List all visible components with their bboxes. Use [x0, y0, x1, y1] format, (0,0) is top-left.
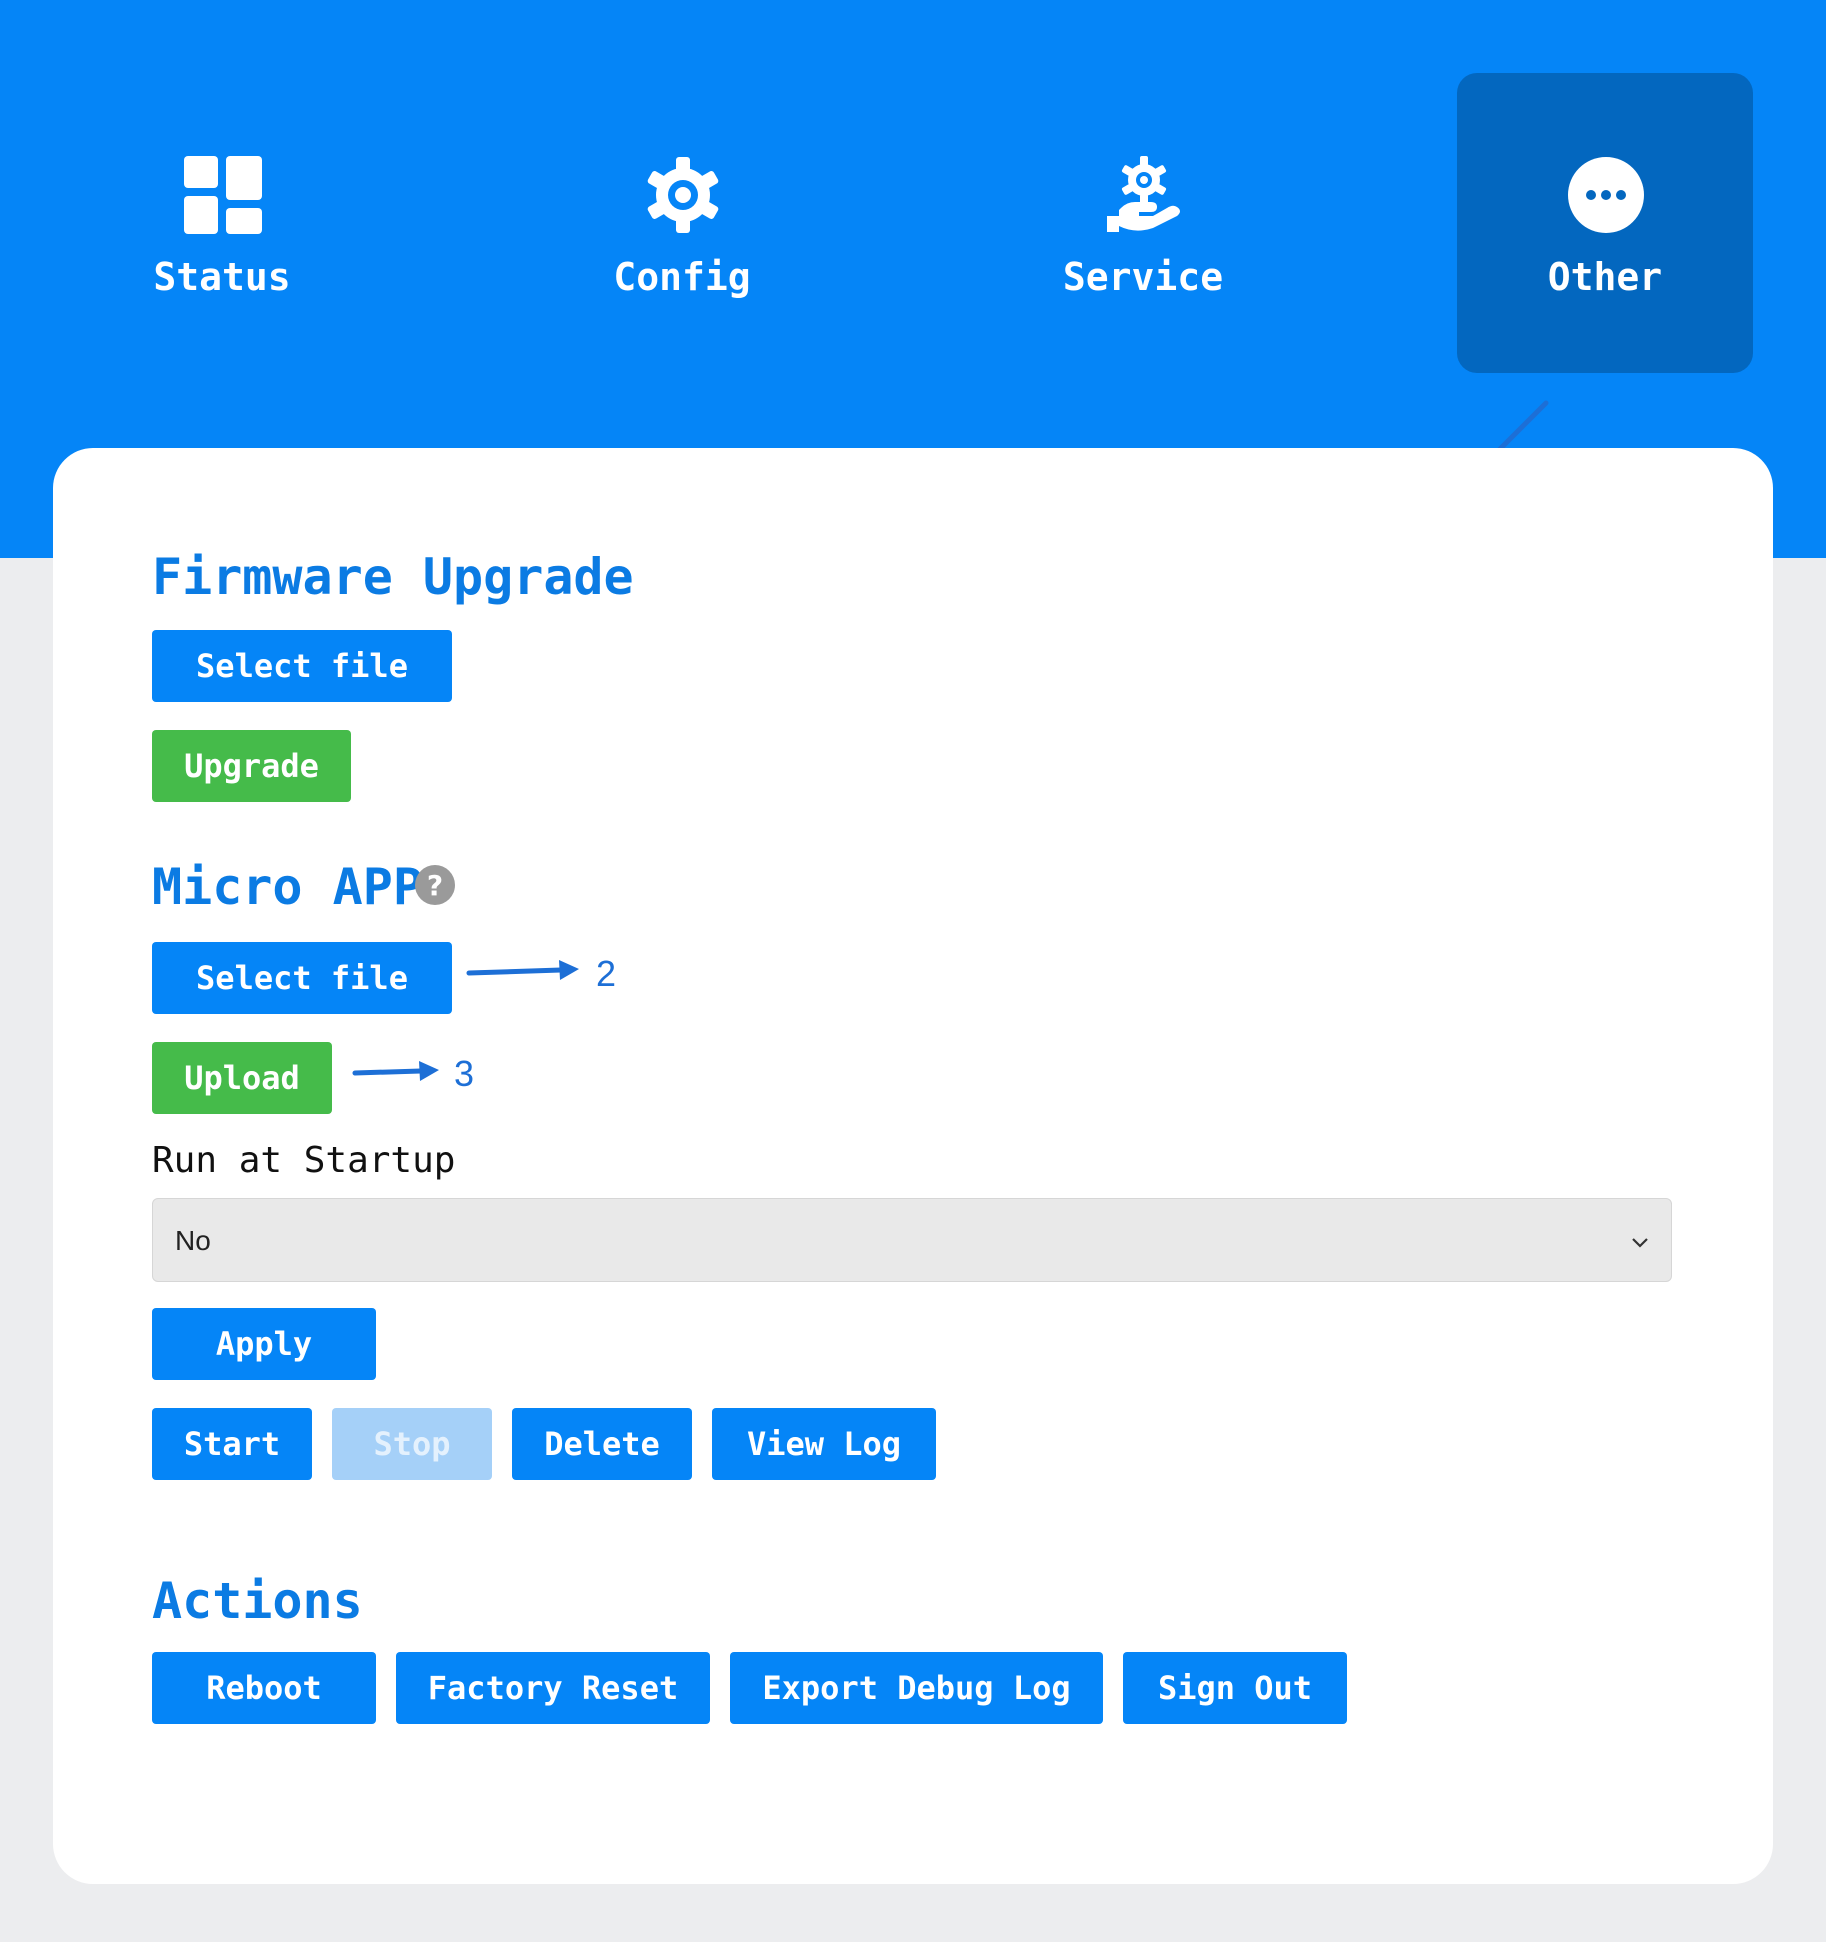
firmware-upgrade-title: Firmware Upgrade — [152, 548, 634, 606]
annotation-arrow-3 — [351, 1056, 441, 1086]
chevron-down-icon — [1629, 1231, 1651, 1253]
sign-out-button[interactable]: Sign Out — [1123, 1652, 1347, 1724]
export-debug-log-button[interactable]: Export Debug Log — [730, 1652, 1103, 1724]
factory-reset-button[interactable]: Factory Reset — [396, 1652, 710, 1724]
more-dots-icon — [1567, 156, 1645, 234]
view-log-button[interactable]: View Log — [712, 1408, 936, 1480]
nav-label-service: Service — [1062, 255, 1224, 299]
microapp-select-file-button[interactable]: Select file — [152, 942, 452, 1014]
start-button[interactable]: Start — [152, 1408, 312, 1480]
question-icon[interactable]: ? — [414, 864, 456, 906]
nav-label-status: Status — [153, 255, 291, 299]
actions-title: Actions — [152, 1572, 363, 1630]
apply-button[interactable]: Apply — [152, 1308, 376, 1380]
run-at-startup-value: No — [175, 1225, 211, 1256]
run-at-startup-select[interactable]: No — [152, 1198, 1672, 1282]
nav-item-service[interactable]: Service — [995, 73, 1291, 373]
service-hand-icon — [1105, 156, 1183, 234]
gear-icon — [644, 156, 722, 234]
upgrade-button[interactable]: Upgrade — [152, 730, 351, 802]
annotation-arrow-2 — [465, 956, 583, 986]
nav-item-other[interactable]: Other — [1457, 73, 1753, 373]
upload-button[interactable]: Upload — [152, 1042, 332, 1114]
annotation-label-2: 2 — [596, 953, 617, 994]
firmware-select-file-button[interactable]: Select file — [152, 630, 452, 702]
nav-item-status[interactable]: Status — [74, 73, 370, 373]
nav-label-other: Other — [1547, 255, 1663, 299]
delete-button[interactable]: Delete — [512, 1408, 692, 1480]
nav-item-config[interactable]: Config — [534, 73, 830, 373]
nav-label-config: Config — [613, 255, 751, 299]
stop-button[interactable]: Stop — [332, 1408, 492, 1480]
run-at-startup-label: Run at Startup — [152, 1140, 456, 1181]
annotation-label-3: 3 — [454, 1053, 475, 1094]
micro-app-title: Micro APP — [152, 858, 423, 916]
reboot-button[interactable]: Reboot — [152, 1652, 376, 1724]
main-card: Firmware Upgrade Select file Upgrade Mic… — [53, 448, 1773, 1884]
svg-text:?: ? — [427, 869, 443, 902]
grid-icon — [184, 156, 262, 234]
